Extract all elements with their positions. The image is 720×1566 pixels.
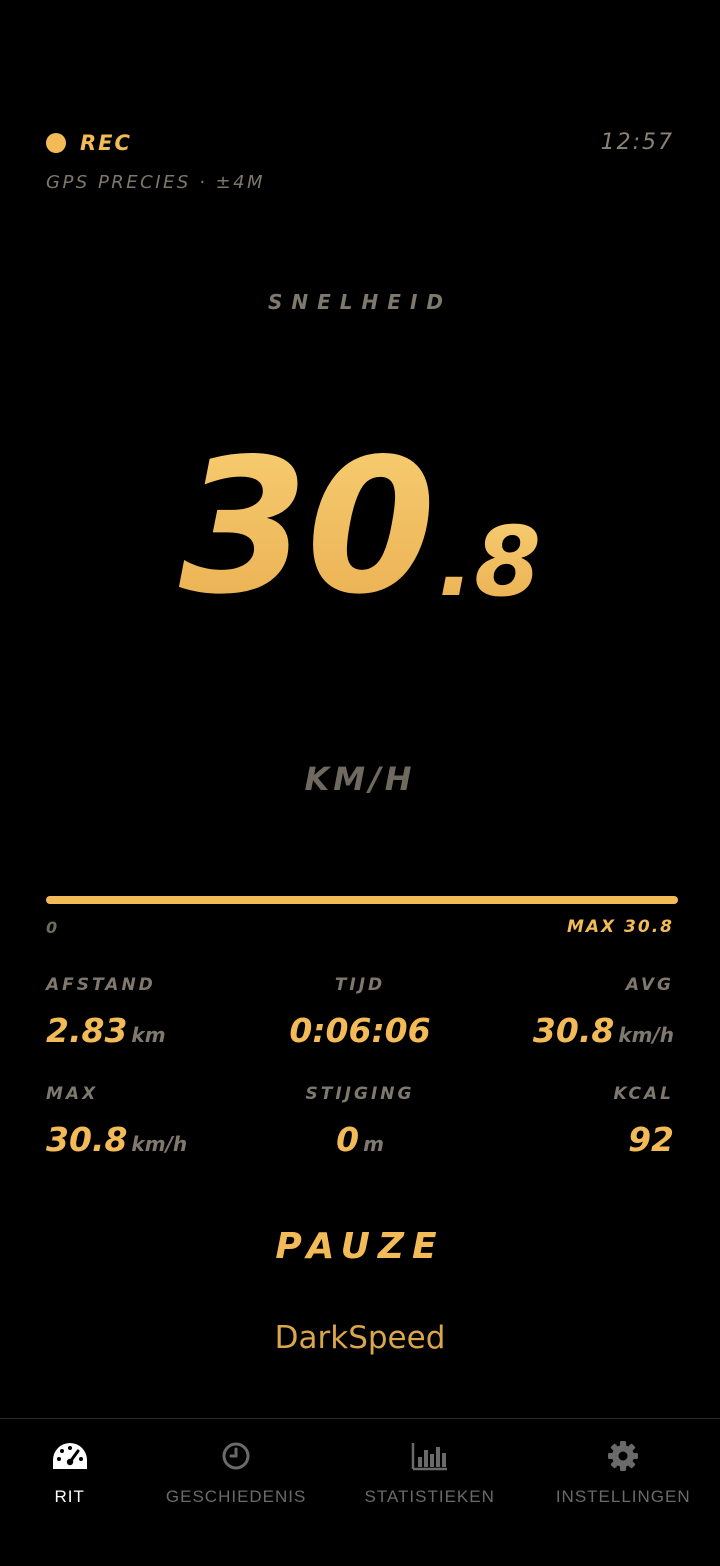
nav-label: RIT bbox=[54, 1487, 85, 1506]
nav-label: STATISTIEKEN bbox=[364, 1487, 495, 1506]
progress-max-label: MAX 30.8 bbox=[566, 917, 674, 937]
speedometer-icon bbox=[50, 1439, 90, 1473]
brand-name: DarkSpeed bbox=[274, 1320, 446, 1356]
clock-icon bbox=[216, 1439, 256, 1473]
stat-unit: km bbox=[131, 1023, 166, 1047]
pause-button[interactable]: PAUZE bbox=[0, 1226, 720, 1267]
progress-min-label: 0 bbox=[46, 918, 60, 937]
nav-item-rit[interactable]: RIT bbox=[0, 1419, 139, 1566]
recording-indicator: REC bbox=[46, 130, 132, 156]
stat-unit: km/h bbox=[618, 1023, 674, 1047]
stat-value: 0:06:06 bbox=[289, 1011, 431, 1050]
nav-item-instellingen[interactable]: INSTELLINGEN bbox=[526, 1419, 720, 1566]
clock: 12:57 bbox=[600, 130, 674, 155]
stat-value: 0 bbox=[336, 1120, 360, 1159]
speed-readout: 30 .8 bbox=[0, 410, 720, 620]
stat-label: AVG bbox=[625, 975, 674, 995]
nav-item-statistieken[interactable]: STATISTIEKEN bbox=[333, 1419, 527, 1566]
stat-unit: m bbox=[363, 1132, 384, 1156]
speed-progress-track bbox=[46, 896, 678, 904]
stat-unit: km/h bbox=[131, 1132, 188, 1156]
speed-label: SNELHEID bbox=[268, 290, 452, 314]
nav-label: GESCHIEDENIS bbox=[165, 1487, 307, 1506]
rec-dot-icon bbox=[46, 133, 66, 153]
bottom-navigation: RIT GESCHIEDENIS STATISTIEKEN INSTELLING… bbox=[0, 1418, 720, 1566]
speed-decimal: .8 bbox=[437, 506, 542, 618]
speed-progress-fill bbox=[46, 896, 678, 904]
gear-icon bbox=[603, 1439, 643, 1473]
stat-value: 92 bbox=[628, 1120, 674, 1159]
speed-unit: KM/H bbox=[304, 760, 416, 798]
bar-chart-icon bbox=[410, 1439, 450, 1473]
rec-label: REC bbox=[80, 131, 132, 155]
stat-value: 2.83 bbox=[46, 1011, 128, 1050]
stat-label: KCAL bbox=[613, 1084, 674, 1104]
nav-item-geschiedenis[interactable]: GESCHIEDENIS bbox=[139, 1419, 333, 1566]
stat-kcal: KCAL 92 bbox=[414, 1084, 674, 1159]
stat-value: 30.8 bbox=[46, 1120, 128, 1159]
speed-integer: 30 bbox=[178, 418, 436, 635]
stat-average: AVG 30.8 km/h bbox=[414, 975, 674, 1050]
nav-label: INSTELLINGEN bbox=[555, 1487, 691, 1506]
stat-value: 30.8 bbox=[532, 1011, 615, 1050]
gps-accuracy: GPS PRECIES · ±4M bbox=[46, 172, 266, 193]
